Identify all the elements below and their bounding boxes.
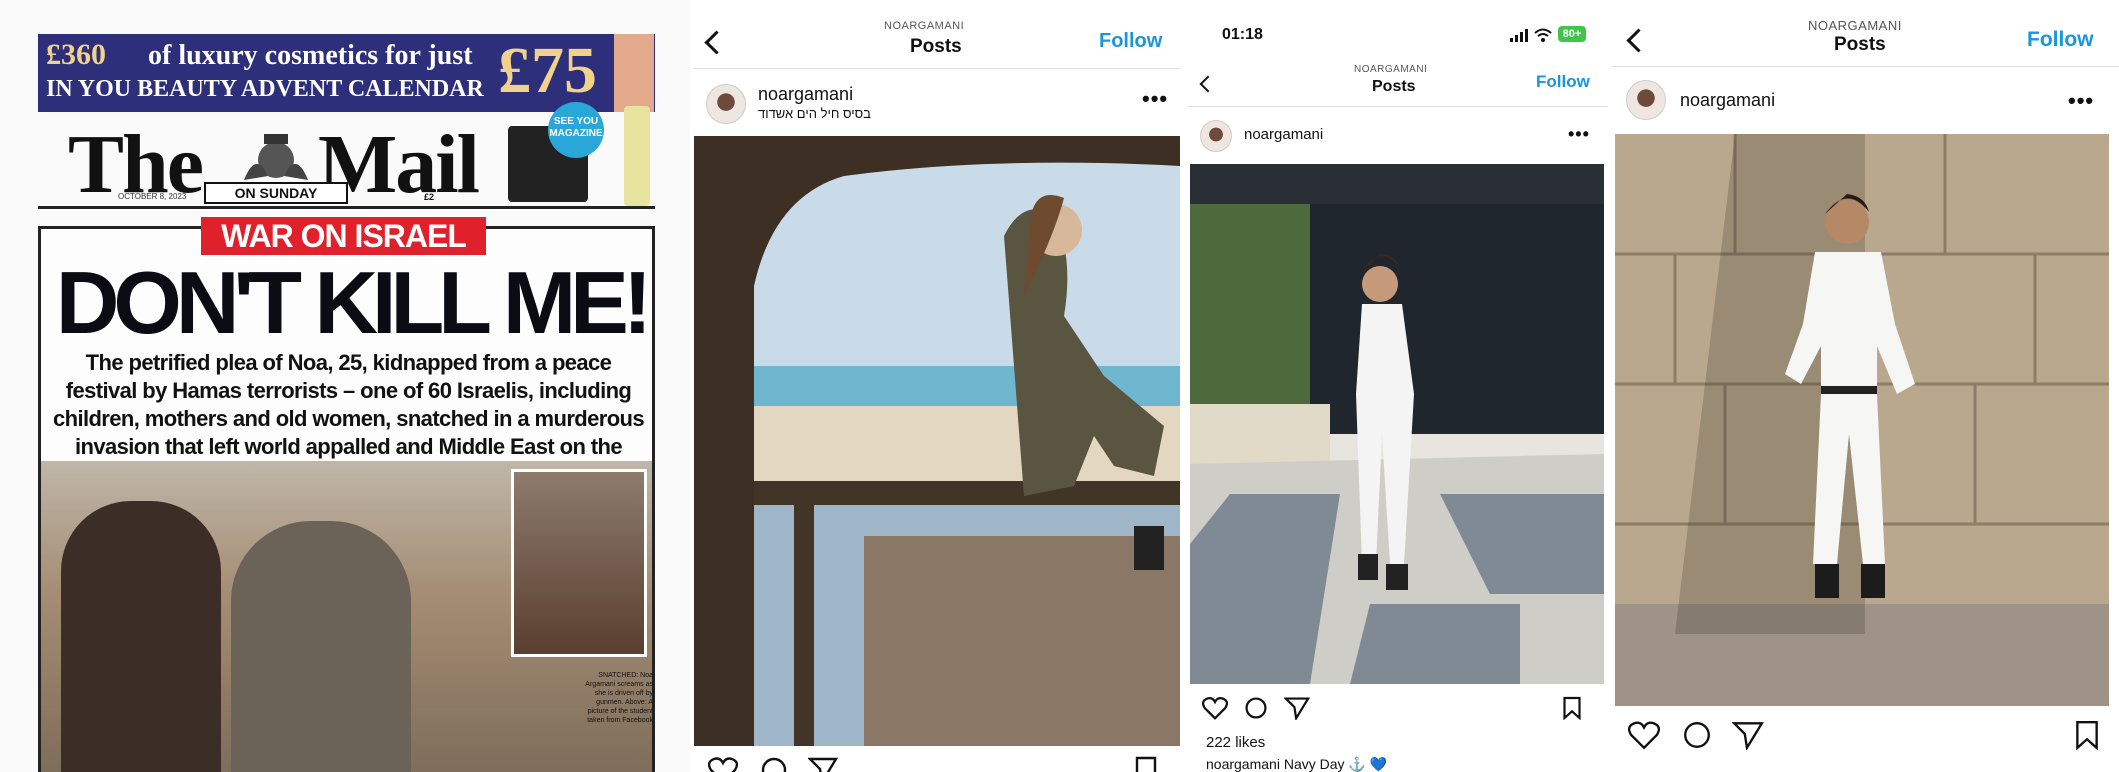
avatar[interactable] <box>706 84 746 124</box>
newspaper-front-page: £360 of luxury cosmetics for just IN YOU… <box>0 0 690 772</box>
more-icon[interactable]: ••• <box>2068 88 2094 114</box>
back-chevron-icon[interactable] <box>1199 75 1217 93</box>
caption-username[interactable]: noargamani <box>1206 756 1280 772</box>
header-username: NOARGAMANI <box>1808 18 1902 33</box>
header-username: NOARGAMANI <box>1354 64 1428 75</box>
header-title: Posts <box>910 36 962 57</box>
advent-ad-banner: £360 of luxury cosmetics for just IN YOU… <box>38 34 655 112</box>
inset-portrait <box>511 469 647 657</box>
post-photo[interactable] <box>1615 134 2109 706</box>
comment-icon[interactable] <box>1244 696 1268 720</box>
heart-icon[interactable] <box>1628 720 1660 750</box>
see-you-badge: SEE YOU MAGAZINE <box>548 102 604 158</box>
serum-bottle-image <box>624 106 650 206</box>
bookmark-icon[interactable] <box>1562 696 1582 720</box>
header-divider <box>694 68 1180 69</box>
post-photo[interactable] <box>1190 164 1604 684</box>
battery-icon: 80+ <box>1558 26 1586 42</box>
follow-button[interactable]: Follow <box>1099 30 1162 53</box>
share-icon[interactable] <box>1732 720 1764 750</box>
photo-figure-woman <box>61 501 221 772</box>
back-chevron-icon[interactable] <box>704 30 729 55</box>
status-time: 01:18 <box>1222 26 1263 43</box>
issue-date: OCTOBER 8, 2023 <box>118 192 187 201</box>
war-banner: WAR ON ISRAEL <box>201 217 486 255</box>
instagram-post-panel-2: 01:18 80+ NOARGAMANI Posts Follow noarga… <box>1188 0 1608 772</box>
post-location[interactable]: בסיס חיל הים אשדוד <box>758 106 871 121</box>
on-sunday-label: ON SUNDAY <box>204 182 348 204</box>
post-username[interactable]: noargamani <box>1680 90 1775 111</box>
photo-caption: SNATCHED: Noa Argamani screams as she is… <box>585 672 653 724</box>
post-username[interactable]: noargamani <box>1244 126 1323 143</box>
post-caption: noargamani Navy Day ⚓ 💙 <box>1206 756 1387 772</box>
follow-button[interactable]: Follow <box>2027 28 2094 52</box>
post-username[interactable]: noargamani <box>758 84 853 105</box>
avatar[interactable] <box>1626 80 1666 120</box>
more-icon[interactable]: ••• <box>1568 124 1590 145</box>
kidnapping-photo <box>41 461 652 772</box>
ad-price: £360 <box>46 38 106 71</box>
navy-photo-illustration <box>1190 164 1604 684</box>
masthead: The Mail SEE YOU MAGAZINE ON SUNDAY OCTO… <box>38 102 655 211</box>
instagram-post-panel-1: NOARGAMANI Posts Follow noargamani בסיס … <box>694 0 1180 772</box>
instagram-post-panel-3: NOARGAMANI Posts Follow noargamani ••• <box>1612 0 2119 772</box>
more-icon[interactable]: ••• <box>1142 86 1168 112</box>
header-title: Posts <box>1834 34 1886 55</box>
avatar[interactable] <box>1200 120 1232 152</box>
caption-text: Navy Day ⚓ 💙 <box>1283 756 1388 772</box>
header-title: Posts <box>1372 78 1416 95</box>
comment-icon[interactable] <box>1682 720 1712 750</box>
front-page-story: WAR ON ISRAEL DON'T KILL ME! The petrifi… <box>38 217 655 772</box>
bookmark-icon[interactable] <box>2074 720 2100 750</box>
cosmetic-tube-image <box>614 34 654 112</box>
header-divider <box>1188 106 1608 107</box>
signal-icon <box>1510 29 1528 42</box>
post-photo[interactable] <box>694 136 1180 746</box>
back-chevron-icon[interactable] <box>1626 28 1651 53</box>
share-icon[interactable] <box>1284 696 1310 720</box>
heart-icon[interactable] <box>708 756 738 772</box>
ad-price-big: £75 <box>498 34 597 107</box>
wifi-icon <box>1534 28 1552 42</box>
photo-figure-man <box>231 521 411 772</box>
share-icon[interactable] <box>808 756 838 772</box>
follow-button[interactable]: Follow <box>1536 72 1590 92</box>
ad-headline: of luxury cosmetics for just <box>148 40 473 71</box>
bookmark-icon[interactable] <box>1134 756 1158 772</box>
heart-icon[interactable] <box>1202 696 1228 720</box>
headline: DON'T KILL ME! <box>55 253 652 352</box>
comment-icon[interactable] <box>760 756 788 772</box>
header-divider <box>1612 66 2119 67</box>
soldier-photo-illustration <box>694 136 1180 746</box>
likes-count[interactable]: 222 likes <box>1206 734 1265 751</box>
header-username: NOARGAMANI <box>884 20 965 32</box>
ad-subline: IN YOU BEAUTY ADVENT CALENDAR <box>46 76 484 102</box>
white-uniform-photo-illustration <box>1615 134 2109 706</box>
issue-price: £2 <box>424 192 435 202</box>
